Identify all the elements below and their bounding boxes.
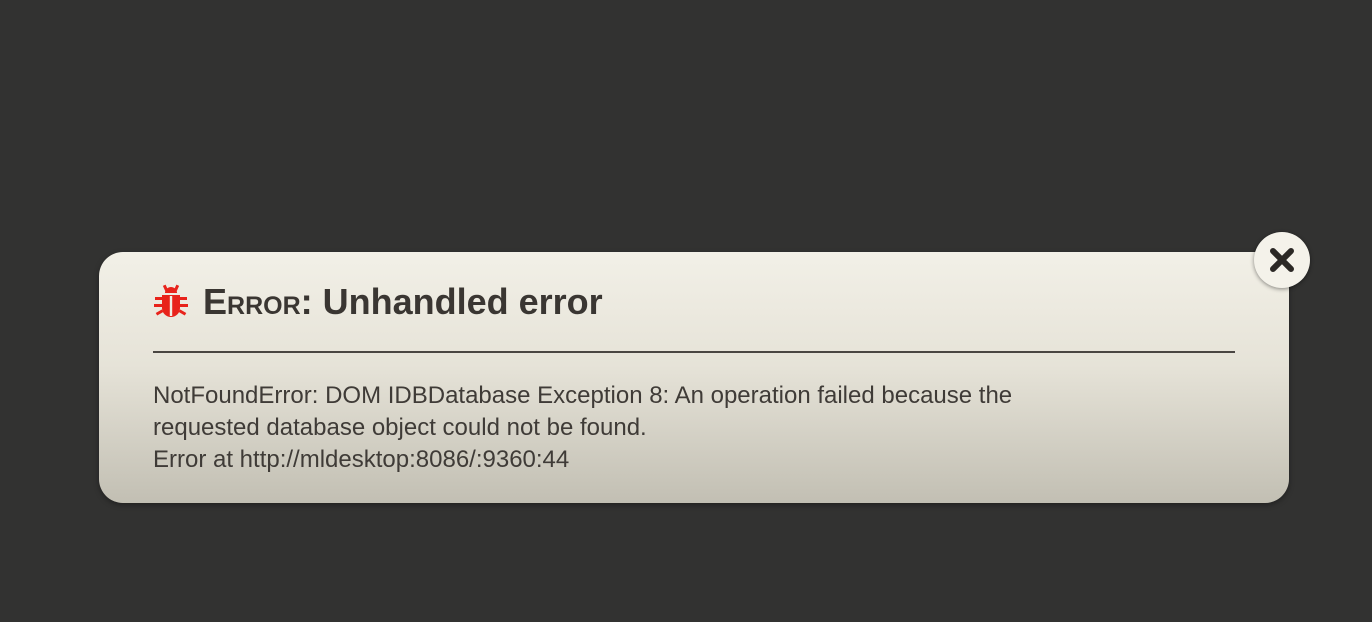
close-icon [1268,246,1296,274]
error-message-line: requested database object could not be f… [153,414,647,441]
close-button[interactable] [1254,232,1310,288]
dialog-title-text: Unhandled error [322,281,603,322]
error-message: NotFoundError: DOM IDBDatabase Exception… [153,380,1153,476]
error-message-line: NotFoundError: DOM IDBDatabase Exception… [153,382,1013,409]
dialog-title-separator: : [300,281,323,322]
dialog-header: Error: Unhandled error [153,280,603,324]
error-message-line: Error at http://mldesktop:8086/:9360:44 [153,446,570,473]
dialog-title-kind: Error [203,281,301,322]
header-divider [153,351,1235,353]
bug-icon [153,284,189,320]
error-dialog: Error: Unhandled error NotFoundError: DO… [99,252,1289,503]
dialog-title: Error: Unhandled error [203,280,603,324]
